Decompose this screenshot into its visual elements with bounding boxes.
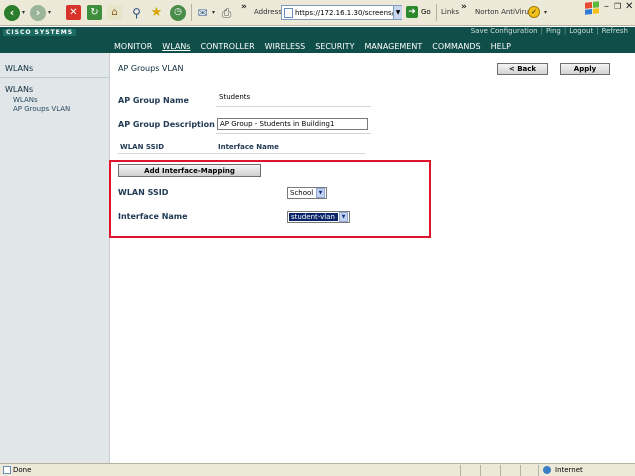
sidebar-divider xyxy=(0,77,109,78)
security-zone: Internet xyxy=(555,466,583,474)
sidebar-item-ap-groups-vlan[interactable]: AP Groups VLAN xyxy=(13,105,70,113)
back-arrow-icon: ‹ xyxy=(4,4,20,21)
interface-name-label: Interface Name xyxy=(118,212,188,221)
ping-link[interactable]: Ping xyxy=(543,27,564,37)
mail-button[interactable]: ✉ ▾ xyxy=(195,4,215,21)
norton-antivirus-label[interactable]: Norton AntiVirus xyxy=(475,8,533,16)
address-label: Address xyxy=(254,8,282,16)
norton-icon[interactable]: ✓ xyxy=(528,6,540,18)
sidebar: WLANs WLANs WLANs AP Groups VLAN xyxy=(0,53,110,463)
stop-button[interactable]: ✕ xyxy=(66,4,81,21)
tab-help[interactable]: HELP xyxy=(491,42,511,51)
status-divider xyxy=(460,465,461,476)
tab-wlans[interactable]: WLANs xyxy=(162,42,190,51)
status-divider xyxy=(520,465,521,476)
favorites-button[interactable]: ★ xyxy=(149,4,164,21)
windows-logo-icon xyxy=(585,1,599,15)
app-header: CISCO SYSTEMS Save Configuration | Ping … xyxy=(0,27,635,53)
utility-links: Save Configuration | Ping | Logout | Ref… xyxy=(468,27,631,37)
page-status-icon xyxy=(3,466,11,474)
links-button[interactable]: Links xyxy=(441,8,459,16)
tab-security[interactable]: SECURITY xyxy=(315,42,354,51)
table-header-divider xyxy=(118,153,365,154)
address-dropdown-icon[interactable]: ▼ xyxy=(393,6,402,19)
page-icon xyxy=(284,7,293,18)
main-nav: MONITOR WLANs CONTROLLER WIRELESS SECURI… xyxy=(114,42,521,51)
tab-monitor[interactable]: MONITOR xyxy=(114,42,152,51)
globe-icon xyxy=(543,466,551,474)
address-input[interactable]: https://172.16.1.30/screens/frameset.htm… xyxy=(281,5,402,20)
status-text: Done xyxy=(13,466,32,474)
page-title: AP Groups VLAN xyxy=(118,64,184,73)
row-divider xyxy=(216,106,371,107)
refresh-button[interactable]: ↻ xyxy=(87,4,102,21)
back-nav-button[interactable]: ‹ ▾ xyxy=(4,4,25,21)
restore-icon[interactable]: ❐ xyxy=(614,2,621,11)
back-button[interactable]: < Back xyxy=(497,63,548,75)
ap-group-name-value: Students xyxy=(219,93,251,101)
status-bar: Done Internet xyxy=(0,463,635,476)
minimize-icon[interactable]: – xyxy=(604,1,609,12)
chevron-down-icon[interactable]: ▼ xyxy=(316,188,325,198)
home-button[interactable]: ⌂ xyxy=(107,4,122,21)
printer-icon: ⎙ xyxy=(221,5,232,20)
toolbar-separator xyxy=(191,4,192,21)
add-interface-mapping-button[interactable]: Add Interface-Mapping xyxy=(118,164,261,177)
ap-group-description-label: AP Group Description xyxy=(118,120,215,129)
wlan-ssid-label: WLAN SSID xyxy=(118,188,169,197)
mail-icon: ✉ xyxy=(197,5,208,20)
go-button[interactable]: Go xyxy=(421,8,431,16)
tab-wireless[interactable]: WIRELESS xyxy=(265,42,306,51)
search-button[interactable]: ⚲ xyxy=(129,4,144,21)
ap-group-description-input[interactable]: AP Group - Students in Building1 xyxy=(217,118,368,130)
browser-toolbar: ‹ ▾ › ▾ ✕ ↻ ⌂ ⚲ ★ ◷ ✉ ▾ ⎙ » Address https:/… xyxy=(0,0,635,26)
tab-commands[interactable]: COMMANDS xyxy=(432,42,480,51)
tab-controller[interactable]: CONTROLLER xyxy=(200,42,254,51)
apply-button[interactable]: Apply xyxy=(560,63,610,75)
status-divider xyxy=(500,465,501,476)
print-button[interactable]: ⎙ xyxy=(219,4,234,21)
address-url: https://172.16.1.30/screens/frameset.htm… xyxy=(295,8,401,17)
go-arrow-icon[interactable]: ➜ xyxy=(406,6,418,18)
history-button[interactable]: ◷ xyxy=(170,4,186,21)
star-icon: ★ xyxy=(150,5,163,20)
forward-nav-button[interactable]: › ▾ xyxy=(30,4,51,21)
sidebar-group-wlans[interactable]: WLANs xyxy=(5,85,33,94)
stop-icon: ✕ xyxy=(66,5,81,20)
toolbar-separator xyxy=(436,4,437,21)
logout-link[interactable]: Logout xyxy=(566,27,596,37)
tab-management[interactable]: MANAGEMENT xyxy=(364,42,422,51)
forward-arrow-icon: › xyxy=(30,4,46,21)
sidebar-title: WLANs xyxy=(5,64,34,73)
refresh-link[interactable]: Refresh xyxy=(599,27,631,37)
interface-name-select[interactable]: student-vlan ▼ xyxy=(287,211,350,223)
interface-name-selected: student-vlan xyxy=(289,213,338,221)
home-icon: ⌂ xyxy=(107,5,122,20)
col-header-interface-name: Interface Name xyxy=(218,143,279,151)
status-divider xyxy=(480,465,481,476)
links-overflow-icon[interactable]: » xyxy=(461,2,467,12)
sidebar-item-wlans[interactable]: WLANs xyxy=(13,96,38,104)
search-icon: ⚲ xyxy=(132,5,141,20)
row-divider xyxy=(216,133,371,134)
wlan-ssid-select[interactable]: School ▼ xyxy=(287,187,327,199)
chevron-down-icon[interactable]: ▼ xyxy=(339,212,348,222)
close-window-icon[interactable]: ✕ xyxy=(625,1,633,12)
ap-group-name-label: AP Group Name xyxy=(118,96,189,105)
refresh-icon: ↻ xyxy=(87,5,102,20)
col-header-wlan-ssid: WLAN SSID xyxy=(120,143,165,151)
cisco-logo: CISCO SYSTEMS xyxy=(3,29,77,36)
wlan-ssid-selected: School xyxy=(290,189,314,197)
save-configuration-link[interactable]: Save Configuration xyxy=(468,27,541,37)
status-divider xyxy=(538,465,539,476)
norton-dropdown-icon[interactable]: ▾ xyxy=(544,9,547,16)
toolbar-overflow-icon[interactable]: » xyxy=(241,2,247,12)
history-icon: ◷ xyxy=(170,4,186,21)
